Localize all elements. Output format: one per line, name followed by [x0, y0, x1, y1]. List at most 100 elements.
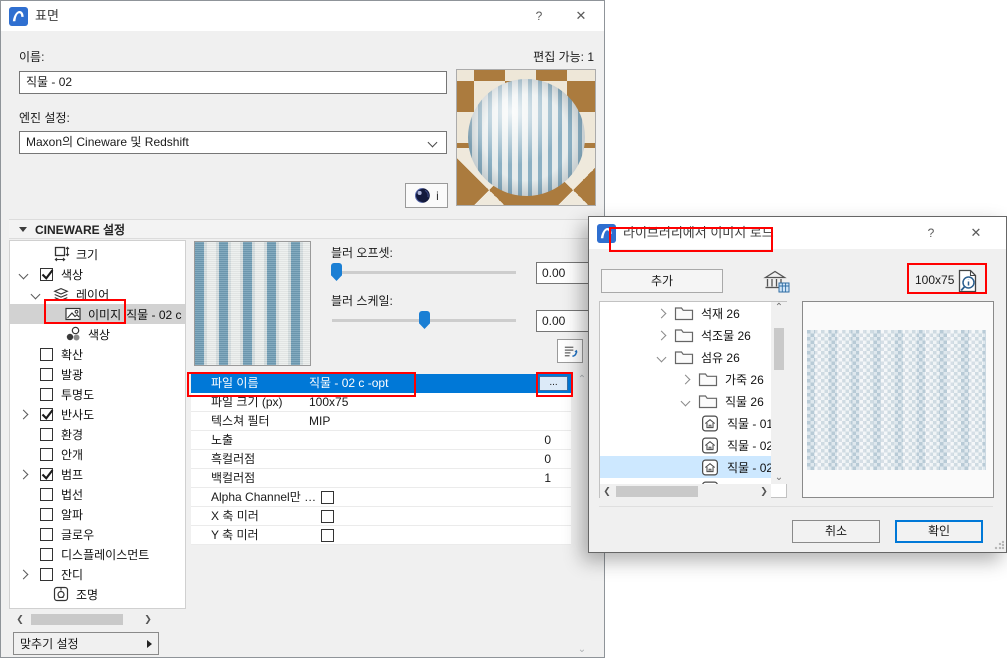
property-row[interactable]: X 축 미러 [191, 507, 571, 526]
channel-checkbox[interactable] [40, 548, 53, 561]
cineware-info-button[interactable]: i [405, 183, 448, 208]
scroll-right-icon[interactable]: ❯ [141, 613, 155, 626]
channel-tree-row[interactable]: 잔디 [10, 564, 185, 584]
fit-settings-button[interactable]: 맞추기 설정 [13, 632, 159, 655]
channel-tree-row[interactable]: 안개 [10, 444, 185, 464]
channel-checkbox[interactable] [40, 448, 53, 461]
edit-shader-button[interactable] [557, 339, 583, 363]
blur-offset-slider-thumb[interactable] [331, 263, 342, 281]
help-button[interactable]: ? [522, 1, 556, 31]
lamp-icon [52, 585, 70, 603]
scroll-left-icon[interactable]: ❮ [13, 613, 27, 626]
preview-info-button[interactable] [953, 267, 983, 295]
close-button[interactable]: ✕ [564, 1, 598, 31]
property-row[interactable]: Alpha Channel만 … [191, 488, 571, 507]
property-row[interactable]: 흑컬러점 0 [191, 450, 571, 469]
expander-down-icon [657, 352, 667, 362]
surface-name-input[interactable]: 직물 - 02 [19, 71, 447, 94]
channel-tree-row[interactable]: 알파 [10, 504, 185, 524]
channel-checkbox[interactable] [40, 488, 53, 501]
channel-tree-row[interactable]: 반사도 [10, 404, 185, 424]
library-vscrollbar-thumb[interactable] [774, 328, 784, 370]
scroll-right-icon[interactable]: ❯ [757, 485, 771, 498]
scroll-down-icon[interactable]: ⌄ [775, 472, 783, 484]
channel-label: 환경 [61, 426, 83, 443]
blur-scale-slider-thumb[interactable] [419, 311, 430, 329]
ok-button[interactable]: 확인 [895, 520, 983, 543]
resize-grip[interactable] [994, 540, 1004, 550]
scroll-down-icon[interactable]: ⌄ [578, 644, 586, 656]
channel-tree-row[interactable]: 디스플레이스먼트 [10, 544, 185, 564]
library-tree-row[interactable]: 섬유 26 [600, 346, 771, 368]
channel-tree-row[interactable]: 조명 [10, 584, 185, 604]
cineware-section-header[interactable]: CINEWARE 설정 [9, 219, 598, 239]
library-manager-button[interactable] [761, 267, 791, 295]
property-checkbox[interactable] [321, 510, 334, 523]
tree-hscrollbar-thumb[interactable] [31, 614, 123, 625]
library-tree-row[interactable]: 직물 - 01 c [600, 412, 771, 434]
library-tree-row[interactable]: 가죽 26 [600, 368, 771, 390]
checkmark-icon [40, 407, 55, 422]
channel-checkbox[interactable] [40, 368, 53, 381]
property-checkbox[interactable] [321, 529, 334, 542]
library-tree-row[interactable]: 직물 - 02 c [600, 456, 771, 478]
channel-tree-row[interactable]: 범프 [10, 464, 185, 484]
property-row[interactable]: 텍스쳐 필터 MIP [191, 412, 571, 431]
channel-label: 색상 [61, 266, 83, 283]
help-button[interactable]: ? [914, 217, 948, 249]
channel-label: 안개 [61, 446, 83, 463]
blur-scale-value[interactable]: 0.00 [536, 310, 596, 332]
library-tree-row[interactable]: 석재 26 [600, 302, 771, 324]
close-button[interactable]: ✕ [959, 217, 993, 249]
cancel-button[interactable]: 취소 [792, 520, 880, 543]
add-button[interactable]: 추가 [601, 269, 723, 293]
library-vscrollbar[interactable]: ⌃ ⌄ [771, 302, 787, 484]
library-tree-row[interactable]: 직물 26 [600, 390, 771, 412]
channel-tree-row[interactable]: 환경 [10, 424, 185, 444]
channel-tree-row[interactable]: 크기 [10, 244, 185, 264]
channel-checkbox[interactable] [40, 408, 53, 421]
channel-tree-row[interactable]: 색상 [10, 324, 185, 344]
channel-tree-row[interactable]: 발광 [10, 364, 185, 384]
blur-offset-slider[interactable] [332, 271, 516, 274]
channel-checkbox[interactable] [40, 528, 53, 541]
channel-checkbox[interactable] [40, 428, 53, 441]
property-row[interactable]: Y 축 미러 [191, 526, 571, 545]
property-checkbox[interactable] [321, 491, 334, 504]
info-icon: i [436, 189, 439, 203]
library-dialog-titlebar[interactable]: 라이브러리에서 이미지 로드 ? ✕ [589, 217, 1006, 249]
channel-tree-row[interactable]: 색상 [10, 264, 185, 284]
scroll-up-icon[interactable]: ⌃ [578, 374, 586, 386]
property-row[interactable]: 백컬러점 1 [191, 469, 571, 488]
channel-tree-row[interactable]: 확산 [10, 344, 185, 364]
library-tree-row[interactable]: 직물 - 02 al [600, 434, 771, 456]
channel-tree-row[interactable]: 법선 [10, 484, 185, 504]
library-preview-box [802, 301, 994, 498]
channel-checkbox[interactable] [40, 348, 53, 361]
tree-hscrollbar[interactable]: ❮ ❯ [13, 613, 155, 626]
channel-checkbox[interactable] [40, 468, 53, 481]
library-hscrollbar-thumb[interactable] [616, 486, 698, 497]
channel-tree-row[interactable]: 레이어 [10, 284, 185, 304]
blur-offset-value[interactable]: 0.00 [536, 262, 596, 284]
property-row[interactable]: 노출 0 [191, 431, 571, 450]
scroll-left-icon[interactable]: ❮ [600, 485, 614, 498]
channel-checkbox[interactable] [40, 568, 53, 581]
library-item-label: 직물 - 02 al [727, 437, 771, 454]
channel-checkbox[interactable] [40, 388, 53, 401]
library-tree-row[interactable]: 석조물 26 [600, 324, 771, 346]
property-name: Y 축 미러 [211, 526, 259, 545]
channel-tree-row[interactable]: 투명도 [10, 384, 185, 404]
property-row[interactable]: 파일 이름 직물 - 02 c -opt ... [191, 374, 571, 393]
property-row[interactable]: 파일 크기 (px) 100x75 [191, 393, 571, 412]
surface-dialog-titlebar[interactable]: 표면 ? ✕ [1, 1, 604, 31]
scroll-up-icon[interactable]: ⌃ [775, 302, 783, 314]
channel-checkbox[interactable] [40, 268, 53, 281]
folder-icon [698, 393, 718, 410]
browse-file-button[interactable]: ... [539, 376, 568, 391]
engine-select[interactable]: Maxon의 Cineware 및 Redshift [19, 131, 447, 154]
channel-checkbox[interactable] [40, 508, 53, 521]
library-hscrollbar[interactable]: ❮ ❯ [600, 484, 771, 498]
channel-tree-row[interactable]: 글로우 [10, 524, 185, 544]
channel-tree-row[interactable]: 이미지 직물 - 02 c [10, 304, 185, 324]
